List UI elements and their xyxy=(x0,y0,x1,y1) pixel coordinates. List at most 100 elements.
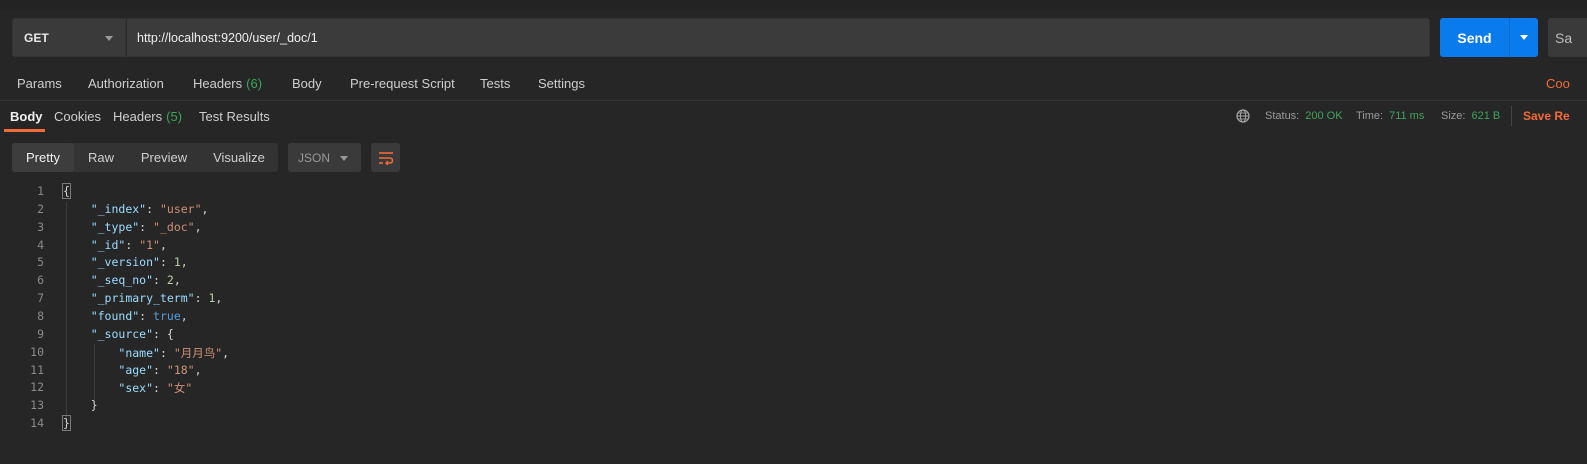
line-number: 10 xyxy=(30,344,44,359)
code-line: 5 "_version": 1, xyxy=(0,253,1587,271)
code-text: "name": "月月鸟", xyxy=(118,345,230,360)
tab-label: Headers xyxy=(113,109,163,124)
chevron-down-icon xyxy=(105,36,113,41)
code-text: "_primary_term": 1, xyxy=(90,291,223,306)
wrap-lines-button[interactable] xyxy=(371,143,400,172)
code-line: 7 "_primary_term": 1, xyxy=(0,289,1587,307)
code-line: 6 "_seq_no": 2, xyxy=(0,271,1587,289)
tab-test-results[interactable]: Test Results xyxy=(199,109,270,124)
tab-response-headers[interactable]: Headers (5) xyxy=(113,109,182,124)
tab-body[interactable]: Body xyxy=(292,76,322,91)
tab-label: Pre-request Script xyxy=(350,76,455,91)
tab-response-body[interactable]: Body xyxy=(10,109,43,124)
size-readout: Size: 621 B xyxy=(1441,110,1500,122)
line-number: 6 xyxy=(37,273,44,288)
tab-label: Body xyxy=(10,109,43,124)
code-line: 13 } xyxy=(0,396,1587,414)
view-preview[interactable]: Preview xyxy=(128,143,200,172)
code-text: "_index": "user", xyxy=(90,201,209,216)
line-number: 13 xyxy=(30,398,44,413)
tab-label: Authorization xyxy=(88,76,164,91)
code-text: "sex": "女" xyxy=(118,381,193,396)
wrap-lines-icon xyxy=(378,151,393,165)
tab-label: Settings xyxy=(538,76,585,91)
tab-count: (5) xyxy=(166,109,183,124)
time-label: Time: xyxy=(1356,110,1384,122)
tab-label: Cookies xyxy=(54,109,101,124)
tab-label: Tests xyxy=(480,76,511,91)
view-mode-toggle: Pretty Raw Preview Visualize xyxy=(12,143,278,172)
code-text: { xyxy=(62,183,71,199)
code-line: 1{ xyxy=(0,182,1587,200)
view-visualize[interactable]: Visualize xyxy=(200,143,278,172)
tab-headers[interactable]: Headers (6) xyxy=(193,76,262,91)
size-value: 621 B xyxy=(1471,110,1501,122)
code-line: 12 "sex": "女" xyxy=(0,378,1587,396)
line-number: 11 xyxy=(30,362,44,377)
tab-label: Body xyxy=(292,76,322,91)
url-input[interactable]: http://localhost:9200/user/_doc/1 xyxy=(126,18,1430,57)
url-text: http://localhost:9200/user/_doc/1 xyxy=(137,30,318,45)
time-readout: Time: 711 ms xyxy=(1356,110,1424,122)
line-number: 12 xyxy=(30,380,44,395)
send-button[interactable]: Send xyxy=(1440,18,1509,57)
send-button-group: Send xyxy=(1440,18,1538,57)
tab-label: Headers xyxy=(193,76,243,91)
line-number: 2 xyxy=(37,201,44,216)
tab-label: Params xyxy=(17,76,62,91)
code-line: 2 "_index": "user", xyxy=(0,200,1587,218)
tab-response-cookies[interactable]: Cookies xyxy=(54,109,101,124)
line-number: 5 xyxy=(37,255,44,270)
code-text: "_version": 1, xyxy=(90,255,188,270)
status-readout: Status: 200 OK xyxy=(1265,110,1343,122)
tab-pre-request-script[interactable]: Pre-request Script xyxy=(350,76,455,91)
code-line: 9 "_source": { xyxy=(0,325,1587,343)
code-line: 4 "_id": "1", xyxy=(0,236,1587,254)
code-line: 3 "_type": "_doc", xyxy=(0,218,1587,236)
request-tabs: Params Authorization Headers (6) Body Pre… xyxy=(0,70,1587,98)
code-text: } xyxy=(62,415,71,432)
status-label: Status: xyxy=(1265,110,1300,122)
method-select[interactable]: GET xyxy=(12,18,126,57)
view-pretty[interactable]: Pretty xyxy=(12,143,74,172)
code-text: "_type": "_doc", xyxy=(90,219,202,234)
send-options-chevron-icon[interactable] xyxy=(1509,18,1538,57)
code-text: "_source": { xyxy=(90,326,174,341)
code-line: 8 "found": true, xyxy=(0,307,1587,325)
response-tabs: Body Cookies Headers (5) Test Results xyxy=(0,102,1587,132)
view-raw[interactable]: Raw xyxy=(74,143,128,172)
tab-tests[interactable]: Tests xyxy=(480,76,510,91)
cookies-link[interactable]: Coo xyxy=(1546,76,1570,91)
time-value: 711 ms xyxy=(1389,110,1425,122)
status-value: 200 OK xyxy=(1305,110,1343,122)
globe-icon[interactable] xyxy=(1236,109,1250,123)
request-url-bar: GET http://localhost:9200/user/_doc/1 xyxy=(12,18,1430,57)
code-line: 10 "name": "月月鸟", xyxy=(0,343,1587,361)
code-line: 11 "age": "18", xyxy=(0,361,1587,379)
line-number: 4 xyxy=(37,237,44,252)
line-number: 3 xyxy=(37,219,44,234)
save-response-button[interactable]: Save Re xyxy=(1523,109,1570,123)
tab-count: (6) xyxy=(246,76,263,91)
code-line: 14} xyxy=(0,414,1587,432)
tab-label: Test Results xyxy=(199,109,270,124)
code-text: "_id": "1", xyxy=(90,237,167,252)
line-number: 1 xyxy=(37,184,44,198)
format-select[interactable]: JSON xyxy=(288,143,361,172)
window-top-strip xyxy=(0,0,1587,10)
divider xyxy=(1511,106,1512,126)
line-number: 14 xyxy=(30,416,44,431)
line-number: 7 xyxy=(37,291,44,306)
method-label: GET xyxy=(24,30,49,45)
line-number: 8 xyxy=(37,308,44,323)
format-label: JSON xyxy=(298,150,331,165)
tab-authorization[interactable]: Authorization xyxy=(88,76,164,91)
code-text: "found": true, xyxy=(90,308,188,323)
save-button[interactable]: Sa xyxy=(1548,18,1587,57)
tab-params[interactable]: Params xyxy=(17,76,62,91)
active-tab-indicator xyxy=(4,129,45,132)
code-text: "_seq_no": 2, xyxy=(90,273,181,288)
size-label: Size: xyxy=(1441,110,1466,122)
code-text: "age": "18", xyxy=(118,362,202,377)
tab-settings[interactable]: Settings xyxy=(538,76,585,91)
